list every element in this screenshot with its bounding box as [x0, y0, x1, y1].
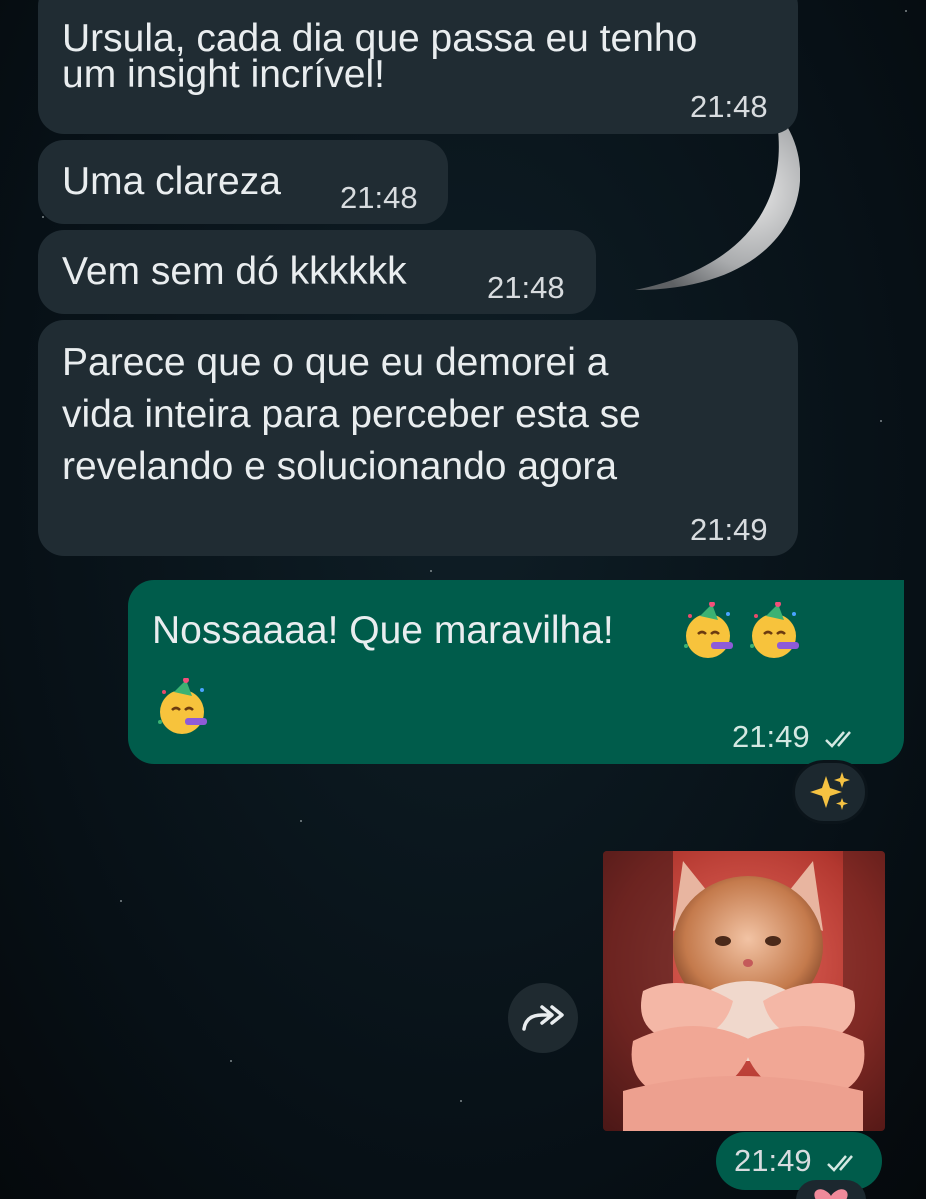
double-tick-icon	[825, 730, 852, 748]
star	[42, 216, 44, 218]
sparkles-icon	[810, 772, 850, 810]
incoming-message[interactable]: Vem sem dó kkkkkk 21:48	[38, 230, 596, 314]
message-reaction[interactable]	[792, 760, 868, 824]
partying-face-icon	[750, 602, 799, 658]
message-text-line: revelando e solucionando agora	[62, 445, 618, 488]
message-time: 21:48	[487, 270, 565, 305]
message-text: Nossaaaa! Que maravilha!	[152, 609, 614, 652]
video-thumbnail[interactable]	[603, 851, 885, 1131]
message-text: Vem sem dó kkkkkk	[62, 250, 407, 293]
message-time: 21:49	[734, 1143, 812, 1178]
message-text-line: um insight incrível!	[62, 53, 385, 96]
message-text-line: Parece que o que eu demorei a	[62, 341, 609, 384]
double-tick-icon	[827, 1154, 854, 1172]
message-time: 21:49	[690, 512, 768, 547]
star	[905, 10, 907, 12]
star	[120, 900, 122, 902]
video-thumbnail-image	[603, 851, 885, 1131]
message-text-line: vida inteira para perceber esta se	[62, 393, 641, 436]
message-text: Uma clareza	[62, 160, 281, 203]
forward-icon	[522, 1005, 564, 1031]
incoming-message[interactable]: Ursula, cada dia que passa eu tenho um i…	[38, 0, 798, 134]
star	[880, 420, 882, 422]
incoming-message[interactable]: Uma clareza 21:48	[38, 140, 448, 224]
chat-background: Ursula, cada dia que passa eu tenho um i…	[0, 0, 926, 1199]
message-time: 21:48	[340, 180, 418, 215]
star	[430, 570, 432, 572]
star	[300, 820, 302, 822]
message-reaction[interactable]	[796, 1180, 866, 1199]
star	[460, 1100, 462, 1102]
forward-button[interactable]	[508, 983, 578, 1053]
incoming-message[interactable]: Parece que o que eu demorei a vida intei…	[38, 320, 798, 556]
partying-face-icon	[684, 602, 733, 658]
partying-face-icon	[158, 678, 207, 734]
message-time: 21:48	[690, 89, 768, 124]
heart-icon	[814, 1189, 848, 1199]
outgoing-message[interactable]: Nossaaaa! Que maravilha! 21:49	[128, 580, 904, 764]
message-time: 21:49	[732, 719, 810, 754]
message-meta: 21:49	[732, 720, 858, 754]
star	[230, 1060, 232, 1062]
message-meta: 21:49	[734, 1144, 860, 1178]
